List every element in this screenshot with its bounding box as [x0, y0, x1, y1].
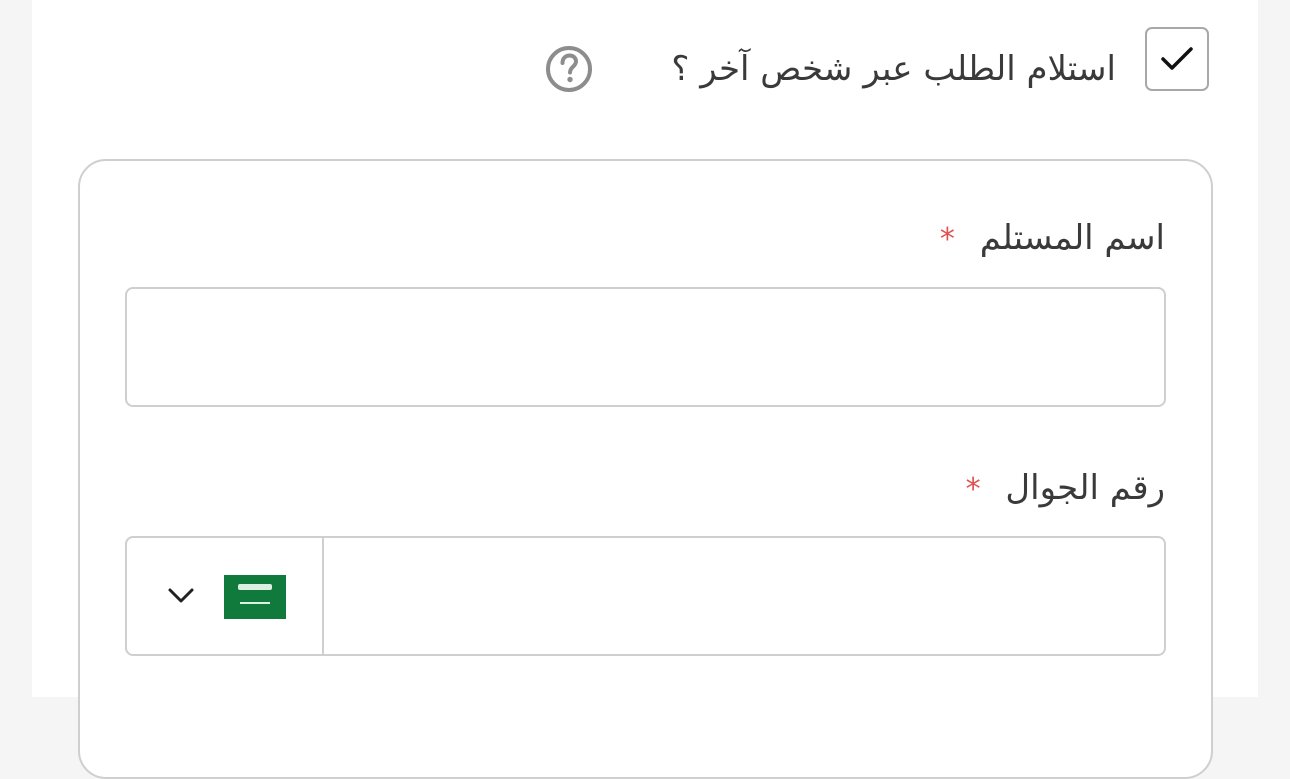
country-code-selector[interactable] — [127, 538, 324, 654]
recipient-name-label-text: اسم المستلم — [979, 218, 1165, 258]
required-mark: * — [939, 222, 955, 257]
mobile-number-label: رقم الجوال * — [966, 464, 1165, 514]
mobile-number-input[interactable] — [324, 538, 1164, 654]
recipient-name-input[interactable] — [125, 287, 1166, 407]
chevron-down-icon — [168, 588, 194, 603]
mobile-number-label-text: رقم الجوال — [1005, 468, 1165, 508]
flag-sword — [240, 602, 270, 604]
question-circle-icon[interactable] — [545, 45, 593, 93]
mobile-number-field — [125, 536, 1166, 656]
check-icon — [1161, 47, 1193, 70]
recipient-name-label: اسم المستلم * — [940, 214, 1165, 264]
receive-by-other-label: استلام الطلب عبر شخص آخر ؟ — [671, 49, 1116, 89]
flag-inscription — [238, 584, 272, 590]
saudi-arabia-flag — [224, 575, 286, 619]
receive-by-other-checkbox[interactable] — [1145, 27, 1209, 91]
required-mark: * — [965, 472, 981, 507]
